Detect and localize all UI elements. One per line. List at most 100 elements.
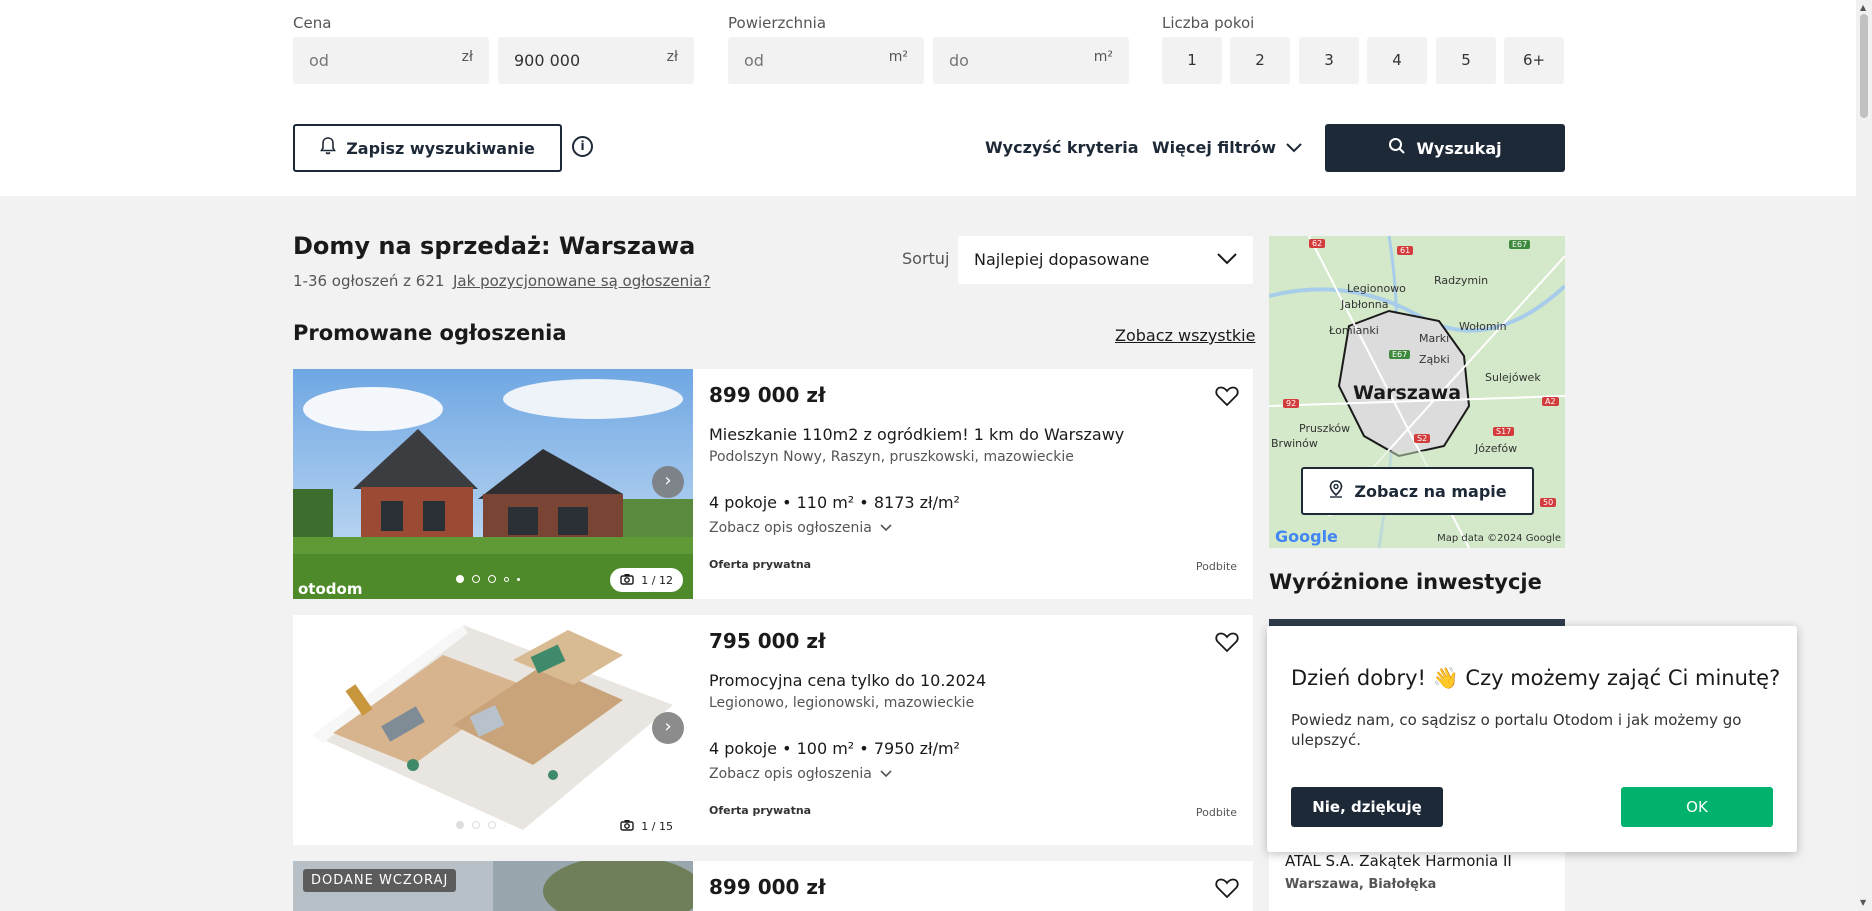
info-icon[interactable]: i xyxy=(572,136,593,157)
scroll-down-icon[interactable]: ▼ xyxy=(1860,898,1866,907)
map-city-label: Warszawa xyxy=(1353,382,1462,404)
scroll-up-icon[interactable]: ▲ xyxy=(1860,3,1866,12)
featured-name[interactable]: ATAL S.A. Zakątek Harmonia II xyxy=(1285,852,1512,870)
price-to-field[interactable]: 900 000 zł xyxy=(498,37,694,84)
description-toggle[interactable]: Zobacz opis ogłoszenia xyxy=(709,766,892,782)
ranking-info-link[interactable]: Jak pozycjonowane są ogłoszenia? xyxy=(453,272,710,290)
otodom-watermark: otodom xyxy=(298,580,363,598)
map-place-label: Legionowo xyxy=(1347,282,1406,295)
chevron-down-icon xyxy=(880,520,892,536)
listing-card[interactable]: DODANE WCZORAJ 899 000 zł xyxy=(293,861,1253,911)
listing-location: Podolszyn Nowy, Raszyn, pruszkowski, maz… xyxy=(709,449,1074,465)
search-button-label: Wyszukaj xyxy=(1416,138,1502,158)
price-to-value: 900 000 xyxy=(514,51,581,70)
save-search-button[interactable]: Zapisz wyszukiwanie xyxy=(293,124,562,172)
road-label: 92 xyxy=(1283,399,1300,408)
photo-dots xyxy=(456,575,520,583)
map-pin-icon xyxy=(1328,480,1344,502)
sort-select[interactable]: Najlepiej dopasowane xyxy=(958,236,1253,284)
scrollbar[interactable]: ▲ ▼ xyxy=(1856,0,1872,911)
clear-criteria-link[interactable]: Wyczyść kryteria xyxy=(985,138,1139,157)
survey-popup: Dzień dobry! 👋 Czy możemy zająć Ci minut… xyxy=(1267,626,1797,852)
next-photo-arrow[interactable]: › xyxy=(652,466,684,498)
decline-button[interactable]: Nie, dziękuję xyxy=(1291,787,1443,827)
filter-bar: Cena od zł 900 000 zł Powierzchnia od m²… xyxy=(0,0,1856,196)
map-credit[interactable]: Map data ©2024 Google xyxy=(1437,533,1561,544)
rooms-option-1[interactable]: 1 xyxy=(1162,37,1222,84)
map-place-label: Pruszków xyxy=(1299,422,1351,435)
ok-button[interactable]: OK xyxy=(1621,787,1773,827)
road-label: 50 xyxy=(1540,498,1557,507)
rooms-option-3[interactable]: 3 xyxy=(1299,37,1359,84)
map-place-label: Jabłonna xyxy=(1341,298,1389,311)
listing-photo[interactable]: › 1 / 15 xyxy=(293,615,693,845)
photo-counter-text: 1 / 15 xyxy=(641,819,673,833)
page-title: Domy na sprzedaż: Warszawa xyxy=(293,232,696,260)
chevron-down-icon xyxy=(1217,250,1237,269)
featured-section-title: Wyróżnione inwestycje xyxy=(1269,570,1542,594)
rooms-label: Liczba pokoi xyxy=(1162,14,1255,32)
photo-dot xyxy=(517,577,520,581)
featured-location: Warszawa, Białołęka xyxy=(1285,877,1437,892)
price-unit: zł xyxy=(666,49,678,65)
popup-text: Powiedz nam, co sądzisz o portalu Otodom… xyxy=(1291,711,1742,749)
search-button[interactable]: Wyszukaj xyxy=(1325,124,1565,172)
more-filters-toggle[interactable]: Więcej filtrów xyxy=(1152,138,1302,157)
heart-icon[interactable] xyxy=(1215,385,1239,411)
listing-photo[interactable]: › 1 / 12 otodom xyxy=(293,369,693,599)
google-logo: Google xyxy=(1275,527,1338,546)
area-from-placeholder: od xyxy=(744,51,764,70)
description-toggle[interactable]: Zobacz opis ogłoszenia xyxy=(709,520,892,536)
price-from-field[interactable]: od zł xyxy=(293,37,489,84)
photo-counter: 1 / 12 xyxy=(610,568,683,592)
camera-icon xyxy=(620,573,634,588)
map-preview[interactable]: 62 61 E67 E67 92 A2 S2 S17 50 Legionowo … xyxy=(1269,236,1565,548)
listing-card[interactable]: › 1 / 12 otodom 899 000 zł Mieszkanie 11… xyxy=(293,369,1253,599)
photo-dot xyxy=(504,576,509,582)
listing-details: 795 000 zł Promocyjna cena tylko do 10.2… xyxy=(693,615,1253,845)
rooms-option-6plus[interactable]: 6+ xyxy=(1504,37,1564,84)
house-photo xyxy=(293,369,693,599)
photo-dot xyxy=(488,821,496,829)
price-unit: zł xyxy=(461,49,473,65)
description-toggle-label: Zobacz opis ogłoszenia xyxy=(709,766,872,782)
description-toggle-label: Zobacz opis ogłoszenia xyxy=(709,520,872,536)
map-place-label: Józefów xyxy=(1475,442,1518,455)
see-all-link[interactable]: Zobacz wszystkie xyxy=(1115,326,1255,345)
photo-counter: 1 / 15 xyxy=(610,814,683,838)
promoted-section-title: Promowane ogłoszenia xyxy=(293,321,567,345)
listing-price: 795 000 zł xyxy=(709,629,826,653)
bumped-badge: Podbite xyxy=(1195,806,1237,819)
road-label: S17 xyxy=(1493,427,1515,436)
scrollbar-thumb[interactable] xyxy=(1860,14,1868,118)
next-photo-arrow[interactable]: › xyxy=(652,712,684,744)
photo-dot xyxy=(456,575,464,583)
area-to-placeholder: do xyxy=(949,51,969,70)
rooms-option-5[interactable]: 5 xyxy=(1436,37,1496,84)
area-from-field[interactable]: od m² xyxy=(728,37,924,84)
listing-card[interactable]: › 1 / 15 795 000 zł Promocyjna cena tylk… xyxy=(293,615,1253,845)
road-label: 62 xyxy=(1309,239,1326,248)
listing-title[interactable]: Promocyjna cena tylko do 10.2024 xyxy=(709,671,986,690)
rooms-option-4[interactable]: 4 xyxy=(1367,37,1427,84)
bumped-badge: Podbite xyxy=(1195,560,1237,573)
listing-specs: 4 pokoje • 110 m² • 8173 zł/m² xyxy=(709,493,960,512)
show-on-map-label: Zobacz na mapie xyxy=(1354,481,1507,501)
show-on-map-button[interactable]: Zobacz na mapie xyxy=(1301,467,1534,515)
listing-photo[interactable]: DODANE WCZORAJ xyxy=(293,861,693,911)
map-place-label: Brwinów xyxy=(1271,437,1318,450)
rooms-option-2[interactable]: 2 xyxy=(1230,37,1290,84)
listing-details: 899 000 zł xyxy=(693,861,1253,911)
heart-icon[interactable] xyxy=(1215,631,1239,657)
listing-owner-type: Oferta prywatna xyxy=(709,558,812,571)
listing-title[interactable]: Mieszkanie 110m2 z ogródkiem! 1 km do Wa… xyxy=(709,425,1124,444)
road-label: E67 xyxy=(1389,350,1411,359)
search-icon xyxy=(1388,137,1406,159)
map-place-label: Sulejówek xyxy=(1485,371,1541,384)
heart-icon[interactable] xyxy=(1215,877,1239,903)
result-count: 1-36 ogłoszeń z 621 xyxy=(293,272,445,290)
photo-dots xyxy=(456,821,507,829)
photo-counter-text: 1 / 12 xyxy=(641,573,673,587)
map-place-label: Marki xyxy=(1419,332,1450,345)
area-to-field[interactable]: do m² xyxy=(933,37,1129,84)
